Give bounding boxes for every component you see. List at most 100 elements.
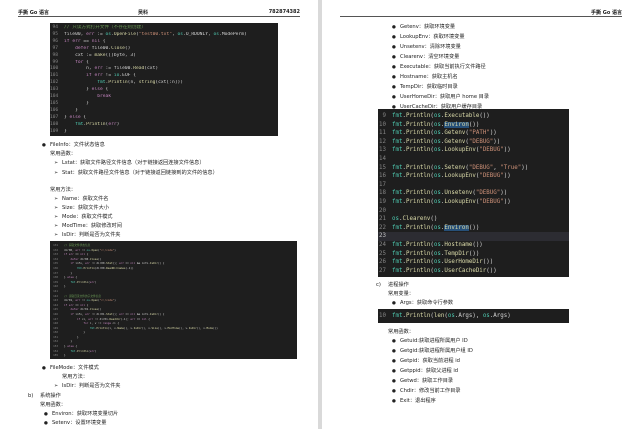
code-line: 96 if err == nil { (50, 39, 278, 46)
code-line: 155} (50, 353, 297, 358)
method-isdir: IsDir：判断是否为文件夹 (54, 232, 120, 239)
lookupenv-item: LookupEnv：获取环境变量 (392, 34, 464, 41)
code-text: } else { (64, 87, 109, 93)
line-number: 13 (379, 147, 386, 154)
getenv-item: Getenv：获取环境变量 (392, 24, 455, 31)
code-block-open-file: 94 // 只读方式打开文件（不存在则创建） 95 file00, err := os… (50, 23, 278, 136)
getppid-item: Getppid：获取父进程 id (392, 368, 458, 375)
left-page-header: 手撕 Go 语言 吴科 782874382 (18, 8, 300, 17)
code-line: 103 } else { (50, 87, 278, 94)
setenv-item: Setenv：设置环境变量 (44, 420, 106, 427)
line-number: 109 (50, 128, 59, 134)
exit-item: Exit：退出程序 (392, 398, 436, 405)
method-mode: Mode：获取文件模式 (54, 214, 113, 221)
code-text: fmt.Println(os.LookupEnv("DEBUG")) (392, 198, 511, 205)
hostname-item: Hostname：获取主机名 (392, 74, 458, 81)
code-line: 12 fmt.Println(os.Getenv("DEBUG")) (378, 138, 569, 147)
method-modtime: ModTime：获取修改时间 (54, 223, 122, 230)
code-line: 109} (50, 129, 278, 136)
code-line: 11 fmt.Println(os.Getenv("PATH")) (378, 129, 569, 138)
code-line: 25 fmt.Println(os.TempDir()) (378, 250, 569, 259)
code-text: } (64, 353, 66, 358)
code-text: // 只读方式打开文件（不存在则创建） (64, 25, 146, 30)
line-number: 26 (379, 259, 386, 266)
line-number: 19 (379, 198, 386, 205)
code-line: 101 if err != io.EOF { (50, 73, 278, 80)
isdir2-item: IsDir：判断是否为文件夹 (54, 383, 120, 390)
line-number: 10 (379, 121, 386, 128)
code-line: 27 fmt.Println(os.UserCacheDir()) (378, 267, 569, 276)
code-text: n, err := file00.Read(cxt) (64, 66, 159, 72)
code-line: 10 fmt.Println(len(os.Args), os.Args) (378, 312, 569, 320)
code-line: 14 (378, 155, 569, 164)
code-line: 26 fmt.Println(os.UserHomeDir()) (378, 258, 569, 267)
line-number: 107 (50, 114, 59, 120)
line-number: 14 (379, 155, 386, 162)
code-text: fmt.Println(os.UserCacheDir()) (392, 267, 497, 274)
method-name: Name：获取文件名 (54, 196, 109, 203)
line-number: 9 (382, 113, 387, 119)
line-number: 16 (379, 173, 386, 180)
code-text: } (64, 100, 89, 106)
line-number: 96 (52, 38, 58, 44)
code-line: 18 fmt.Println(os.Unsetenv("DEBUG")) (378, 189, 569, 198)
header-qq: 782874382 (268, 9, 300, 15)
code-text: fmt.Println(os.Unsetenv("DEBUG")) (392, 190, 508, 197)
code-block-env: 9 fmt.Println(os.Executable()) 10 fmt.Print… (378, 109, 569, 277)
code-line: 100 n, err := file00.Read(cxt) (50, 66, 278, 73)
code-text: fmt.Println(os.Getenv("DEBUG")) (392, 138, 501, 145)
code-line: 19 fmt.Println(os.LookupEnv("DEBUG")) (378, 198, 569, 207)
code-line: 94 // 只读方式打开文件（不存在则创建） (50, 25, 278, 32)
code-text: cxt := make([]byte, 3) (64, 52, 136, 58)
code-text: if err != io.EOF { (86, 73, 137, 79)
common-vars-label: 常用变量： (388, 291, 414, 297)
line-number: 18 (379, 190, 386, 197)
line-number: 94 (52, 25, 58, 30)
code-text: file00, err := os.OpenFile("test00.txt",… (64, 31, 247, 37)
line-number: 10 (379, 313, 386, 319)
getpid-item: Getpid：获取当前进程 id (392, 358, 460, 365)
code-text: fmt.Println(err) (75, 121, 120, 127)
code-text: fmt.Println(os.LookupEnv("DEBUG")) (392, 173, 511, 180)
code-block-args: 10 fmt.Println(len(os.Args), os.Args) (378, 309, 569, 323)
code-line: 20 (378, 207, 569, 216)
line-number: 24 (379, 241, 386, 248)
code-text: fmt.Println(os.Getenv("PATH")) (392, 130, 497, 137)
code-text: fmt.Println(len(os.Args), os.Args) (392, 313, 511, 319)
line-number: 21 (379, 216, 386, 223)
code-line: 95 file00, err := os.OpenFile("test00.txt… (50, 32, 278, 39)
getwd-item: Getwd：获取工作目录 (392, 378, 453, 385)
code-text: for { (75, 59, 89, 65)
lstat-item: Lstat：获取文件路径文件信息（对于链接返回连接文件信息） (54, 160, 205, 167)
line-number: 22 (379, 224, 386, 231)
code-text: fmt.Println(os.UserHomeDir()) (392, 259, 494, 266)
code-line: 98 cxt := make([]byte, 3) (50, 53, 278, 60)
code-line: 21 os.Clearenv() (378, 215, 569, 224)
code-text: } (64, 128, 67, 134)
code-line: 9 fmt.Println(os.Executable()) (378, 112, 569, 121)
code-line: 22 fmt.Println(os.Environ()) (378, 224, 569, 233)
environ-item: Environ：获取环境变量切片 (44, 411, 118, 418)
common-methods2-label: 常用方法： (62, 374, 88, 380)
line-number: 15 (379, 164, 386, 171)
line-number: 17 (379, 181, 386, 188)
code-line: 107} else { (50, 115, 278, 122)
line-number: 95 (52, 31, 58, 37)
getgid-item: Getgid:获取进程所属用户组 ID (392, 348, 473, 355)
code-text: os.Clearenv() (392, 216, 438, 223)
clearenv-item: Clearenv：清空环境变量 (392, 54, 459, 61)
code-text: break (97, 94, 112, 100)
common-funcs2-label: 常用函数： (40, 402, 66, 408)
code-text: defer file00.Close() (75, 45, 131, 51)
code-text: fmt.Println(os.Hostname()) (392, 241, 483, 248)
getuid-item: Getuid:获取进程所属用户 ID (392, 338, 468, 345)
right-page: 手撕 Go 语言 Getenv：获取环境变量 LookupEnv：获取环境变量 … (322, 0, 640, 429)
section-b-label: b) (28, 393, 34, 399)
common-funcs-label: 常用函数： (50, 151, 76, 157)
code-line: 99 for { (50, 60, 278, 67)
code-line: 23 (378, 232, 569, 241)
section-c-label: c) (376, 282, 381, 288)
